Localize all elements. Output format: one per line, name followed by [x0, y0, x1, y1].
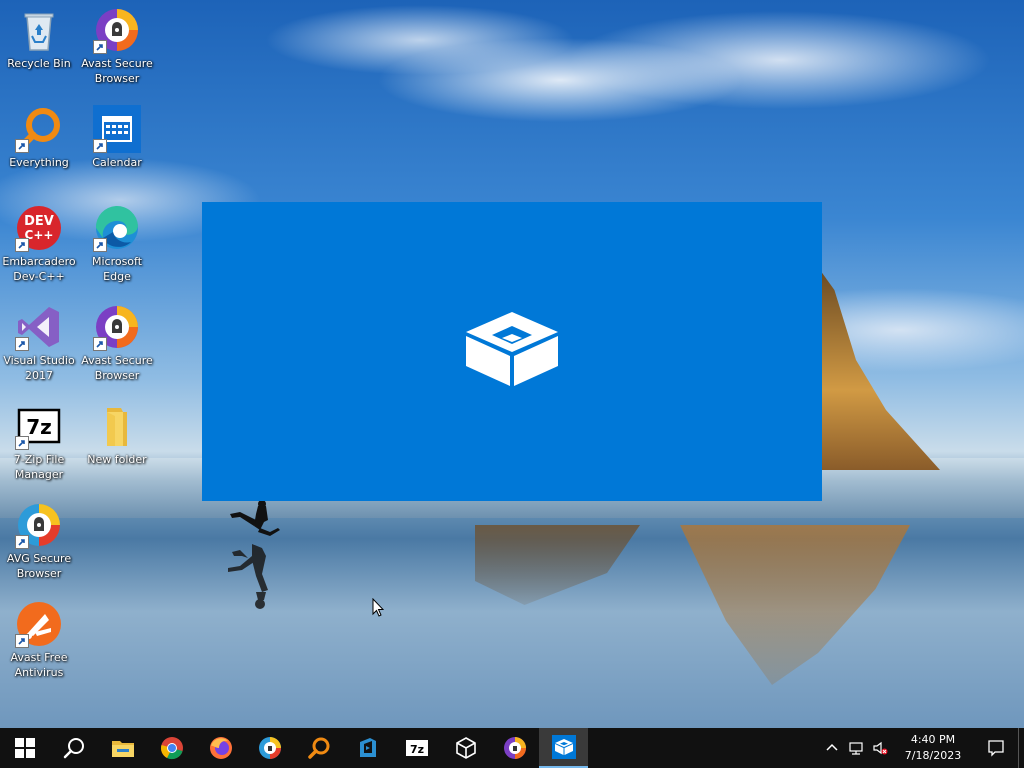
desktop-icon-label: Calendar: [92, 156, 142, 169]
start-button[interactable]: [0, 728, 49, 768]
visual-studio-icon: [15, 303, 63, 351]
7zip-icon: 7z: [405, 740, 428, 756]
wallpaper-cliff: [820, 270, 940, 470]
desktop-icon-avg-secure-browser[interactable]: AVG Secure Browser: [0, 501, 78, 581]
desktop-icon-label: Microsoft Edge: [91, 255, 143, 283]
everything-search-icon: [15, 105, 63, 153]
shortcut-arrow-icon: [15, 238, 29, 252]
taskbar-everything[interactable]: [294, 728, 343, 768]
avg-secure-browser-icon: [15, 501, 63, 549]
taskbar-sandbox-cube[interactable]: [441, 728, 490, 768]
desktop-icon-label: Avast Secure Browser: [81, 354, 153, 382]
avast-antivirus-icon: [15, 600, 63, 648]
taskbar-7zip[interactable]: 7z: [392, 728, 441, 768]
tray-network[interactable]: [844, 728, 868, 768]
sandbox-box-icon: [466, 311, 558, 386]
action-center-icon: [988, 740, 1004, 757]
shortcut-arrow-icon: [93, 139, 107, 153]
desktop[interactable]: Recycle Bin Everything DEV C++ Embarcade…: [0, 0, 1024, 728]
clock-time: 4:40 PM: [910, 733, 956, 746]
desktop-icon-everything[interactable]: Everything: [0, 105, 78, 170]
desktop-icon-avast-free-antivirus[interactable]: Avast Free Antivirus: [0, 600, 78, 680]
wallpaper-runner: [228, 500, 280, 609]
tray-volume[interactable]: [868, 728, 892, 768]
desktop-icon-label: Everything: [9, 156, 69, 169]
app-splash-window: [202, 202, 822, 501]
mouse-cursor-icon: [372, 598, 384, 617]
taskbar-avast-browser[interactable]: [245, 728, 294, 768]
shortcut-arrow-icon: [15, 634, 29, 648]
shortcut-arrow-icon: [15, 436, 29, 450]
avast-secure-browser-icon: [93, 303, 141, 351]
avast-secure-browser-icon: [93, 6, 141, 54]
desktop-icon-label: Avast Free Antivirus: [10, 651, 68, 679]
taskbar-firefox[interactable]: [196, 728, 245, 768]
search-button[interactable]: [49, 728, 98, 768]
avast-browser-icon: [258, 737, 281, 759]
tray-show-hidden-icons[interactable]: [820, 728, 844, 768]
chevron-up-icon: [826, 743, 838, 751]
visual-studio-installer-icon: [359, 738, 376, 757]
desktop-icon-label: AVG Secure Browser: [6, 552, 72, 580]
shortcut-arrow-icon: [15, 337, 29, 351]
taskbar-clock[interactable]: 4:40 PM 7/18/2023: [898, 732, 968, 764]
chrome-icon: [160, 737, 183, 760]
shortcut-arrow-icon: [93, 40, 107, 54]
volume-muted-icon: [873, 741, 888, 755]
firefox-icon: [209, 737, 232, 759]
shortcut-arrow-icon: [93, 337, 107, 351]
wallpaper-rock-reflection: [475, 525, 640, 605]
desktop-icon-microsoft-edge[interactable]: Microsoft Edge: [78, 204, 156, 284]
folder-icon: [93, 402, 141, 450]
desktop-icon-7zip[interactable]: 7z 7-Zip File Manager: [0, 402, 78, 482]
desktop-icon-visual-studio[interactable]: Visual Studio 2017: [0, 303, 78, 383]
desktop-icon-devcpp[interactable]: DEV C++ Embarcadero Dev-C++: [0, 204, 78, 284]
svg-text:DEV: DEV: [24, 214, 54, 229]
desktop-icon-label: Recycle Bin: [7, 57, 71, 70]
desktop-icon-label: New folder: [87, 453, 147, 466]
svg-text:7z: 7z: [409, 743, 423, 756]
desktop-icon-label: Avast Secure Browser: [81, 57, 153, 85]
shortcut-arrow-icon: [15, 139, 29, 153]
action-center-button[interactable]: [974, 728, 1018, 768]
edge-icon: [93, 204, 141, 252]
windows-sandbox-icon: [551, 735, 576, 759]
shortcut-arrow-icon: [15, 535, 29, 549]
desktop-icon-recycle-bin[interactable]: Recycle Bin: [0, 6, 78, 71]
devcpp-icon: DEV C++: [15, 204, 63, 252]
taskbar-file-explorer[interactable]: [98, 728, 147, 768]
desktop-icon-avast-secure-browser[interactable]: Avast Secure Browser: [78, 6, 156, 86]
taskbar: 7z 4:40 PM 7/18/2023: [0, 728, 1024, 768]
clock-date: 7/18/2023: [904, 749, 962, 762]
calendar-icon: [93, 105, 141, 153]
taskbar-avast-secure-browser[interactable]: [490, 728, 539, 768]
show-desktop-button[interactable]: [1018, 728, 1024, 768]
system-tray: 4:40 PM 7/18/2023: [820, 728, 1024, 768]
recycle-bin-icon: [15, 6, 63, 54]
sandbox-cube-icon: [455, 737, 476, 759]
desktop-icon-avast-secure-browser-2[interactable]: Avast Secure Browser: [78, 303, 156, 383]
avast-secure-browser-icon: [503, 737, 526, 759]
file-explorer-icon: [111, 741, 134, 757]
taskbar-windows-sandbox[interactable]: [539, 728, 588, 768]
svg-text:7z: 7z: [26, 415, 52, 439]
desktop-icon-label: Embarcadero Dev-C++: [2, 255, 76, 283]
desktop-icon-label: 7-Zip File Manager: [13, 453, 65, 481]
everything-search-icon: [307, 737, 329, 759]
start-windows-icon: [14, 738, 35, 758]
desktop-icon-label: Visual Studio 2017: [3, 354, 75, 382]
taskbar-chrome[interactable]: [147, 728, 196, 768]
taskbar-visual-studio-installer[interactable]: [343, 728, 392, 768]
network-icon: [849, 742, 863, 755]
7zip-icon: 7z: [15, 402, 63, 450]
desktop-icon-calendar[interactable]: Calendar: [78, 105, 156, 170]
wallpaper-cliff-reflection: [680, 525, 910, 685]
desktop-icon-new-folder[interactable]: New folder: [78, 402, 156, 467]
shortcut-arrow-icon: [93, 238, 107, 252]
search-icon: [63, 738, 84, 759]
